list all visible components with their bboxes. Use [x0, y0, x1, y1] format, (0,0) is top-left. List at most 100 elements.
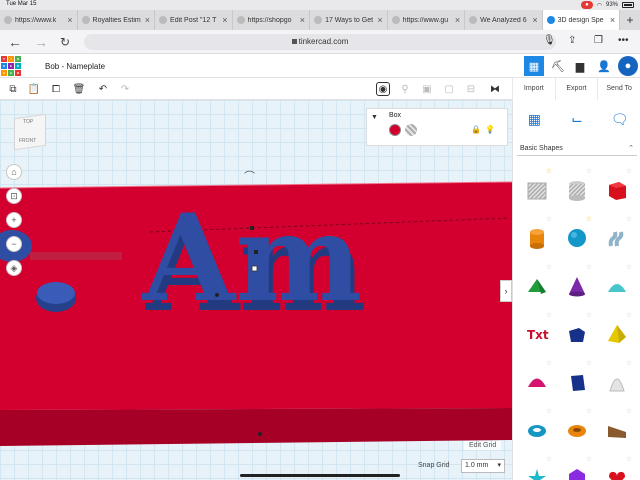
zoom-in-icon[interactable]: + — [6, 212, 22, 228]
close-tab-icon[interactable]: × — [300, 15, 305, 25]
browser-tab[interactable]: 17 Ways to Get × — [310, 10, 388, 30]
add-user-icon[interactable]: 👤 — [594, 56, 614, 76]
design-view-grid-icon[interactable]: ▦ — [524, 56, 544, 76]
favorite-star-icon[interactable]: ☆ — [626, 167, 632, 175]
browser-tab-active[interactable]: 3D design Spe × — [542, 10, 621, 30]
align-icon[interactable]: ⊟ — [464, 82, 478, 96]
favorite-star-icon[interactable]: ☆ — [546, 359, 552, 367]
favorite-star-icon[interactable]: ☆ — [546, 263, 552, 271]
nameplate-scene[interactable]: Am Am ⌒ — [0, 100, 512, 480]
rotate-handle[interactable] — [215, 293, 219, 297]
favorite-star-icon[interactable]: ☆ — [586, 263, 592, 271]
resize-handle[interactable] — [250, 226, 254, 230]
browser-tab[interactable]: Royalties Estim × — [78, 10, 156, 30]
copy-icon[interactable]: ⧉ — [6, 82, 20, 96]
import-button[interactable]: Import — [512, 78, 555, 100]
tinkercad-logo[interactable]: TIN KER CAD — [1, 56, 21, 76]
url-field[interactable]: tinkercad.com — [84, 34, 556, 50]
shape-icosahedron-item[interactable]: ☆ — [557, 454, 597, 480]
favorite-star-icon[interactable]: ☆ — [586, 215, 592, 223]
paste-icon[interactable]: 📋 — [27, 82, 41, 96]
collapse-panel-icon[interactable]: › — [500, 280, 512, 302]
more-icon[interactable]: ••• — [618, 35, 629, 46]
hole-button[interactable] — [405, 124, 417, 136]
reload-icon[interactable]: ↻ — [60, 35, 70, 49]
shape-shape-generator-item[interactable]: ☆ — [557, 310, 597, 358]
undo-icon[interactable]: ↶ — [96, 82, 110, 96]
shape-roof-item[interactable]: ☆ — [517, 262, 557, 310]
bricks-view-icon[interactable]: ▆ — [570, 56, 590, 76]
close-tab-icon[interactable]: × — [67, 15, 72, 25]
browser-tab[interactable]: https://www.k × — [0, 10, 78, 30]
favorite-star-icon[interactable]: ☆ — [626, 455, 632, 463]
favorite-star-icon[interactable]: ☆ — [546, 311, 552, 319]
export-button[interactable]: Export — [554, 78, 598, 100]
shape-torus-item[interactable]: ☆ — [517, 406, 557, 454]
shape-cylinder-hole-item[interactable]: ☆ — [557, 166, 597, 214]
visibility-bulb-icon[interactable]: 💡 — [485, 125, 495, 134]
favorite-star-icon[interactable]: ☆ — [626, 359, 632, 367]
favorite-star-icon[interactable]: ☆ — [586, 359, 592, 367]
browser-tab[interactable]: Edit Post "12 T × — [155, 10, 233, 30]
new-tab-button[interactable]: + — [620, 10, 640, 30]
shape-tube-item[interactable]: ☆ — [557, 406, 597, 454]
lock-icon[interactable]: 🔒 — [471, 125, 481, 134]
favorite-star-icon[interactable]: ☆ — [626, 407, 632, 415]
shape-scribble-item[interactable]: ☆ — [597, 214, 637, 262]
browser-tab[interactable]: We Analyzed 6 × — [465, 10, 543, 30]
delete-icon[interactable]: 🗑 — [72, 82, 86, 96]
favorite-star-icon[interactable]: ☆ — [626, 215, 632, 223]
favorite-star-icon[interactable]: ☆ — [546, 407, 552, 415]
favorite-star-icon[interactable]: ☆ — [586, 167, 592, 175]
shape-sphere-item[interactable]: ☆ — [557, 214, 597, 262]
notes-tool-icon[interactable]: 🗨 — [608, 107, 632, 131]
fit-view-icon[interactable]: ⊡ — [6, 188, 22, 204]
favorite-star-icon[interactable]: ☆ — [586, 455, 592, 463]
favorite-star-icon[interactable]: ☆ — [586, 311, 592, 319]
send-to-button[interactable]: Send To — [597, 78, 640, 100]
blocks-view-icon[interactable]: ⛏ — [548, 56, 568, 76]
shape-cylinder-item[interactable]: ☆ — [517, 214, 557, 262]
collapse-inspector-icon[interactable]: ▼ — [371, 114, 378, 121]
shape-star-item[interactable]: ☆ — [517, 454, 557, 480]
close-tab-icon[interactable]: × — [377, 15, 382, 25]
shape-library-select[interactable]: Basic Shapes ⌃ — [517, 142, 637, 156]
group-icon[interactable]: ▣ — [420, 82, 434, 96]
zoom-out-icon[interactable]: − — [6, 236, 22, 252]
close-tab-icon[interactable]: × — [455, 15, 460, 25]
ruler-tool-icon[interactable]: ⌙ — [565, 107, 589, 131]
workplane-canvas[interactable]: Am Am ⌒ TOP FRONT ⌂ ⊡ + − ◈ ▼ Box 🔒 💡 › … — [0, 100, 512, 480]
edit-grid-button[interactable]: Edit Grid — [464, 441, 502, 450]
favorite-star-icon[interactable]: ☆ — [626, 311, 632, 319]
shape-heart-item[interactable]: ☆ — [597, 454, 637, 480]
browser-tab[interactable]: https://www.gu × — [388, 10, 466, 30]
close-tab-icon[interactable]: × — [145, 15, 150, 25]
resize-handle[interactable] — [251, 265, 258, 272]
shape-polygon-item[interactable]: ☆ — [557, 358, 597, 406]
duplicate-icon[interactable]: ⧠ — [49, 82, 63, 96]
browser-tab[interactable]: https://shopgo × — [233, 10, 311, 30]
snap-grid-select[interactable]: 1.0 mm ▾ — [461, 459, 505, 473]
view-cube[interactable]: TOP FRONT — [14, 113, 46, 151]
perspective-icon[interactable]: ◈ — [6, 260, 22, 276]
resize-handle[interactable] — [254, 250, 258, 254]
view-notes-icon[interactable]: ◉ — [376, 82, 390, 96]
redo-icon[interactable]: ↷ — [118, 82, 132, 96]
shape-text-item[interactable]: Txt ☆ — [517, 310, 557, 358]
shape-paraboloid-item[interactable]: ☆ — [597, 358, 637, 406]
design-title[interactable]: Bob - Nameplate — [45, 62, 105, 71]
shape-wedge-item[interactable]: ☆ — [597, 406, 637, 454]
shape-box-item[interactable]: ☆ — [597, 166, 637, 214]
favorite-star-icon[interactable]: ☆ — [546, 455, 552, 463]
mirror-icon[interactable]: ⧓ — [488, 82, 502, 96]
solid-color-button[interactable] — [389, 124, 401, 136]
back-icon[interactable]: ← — [8, 34, 22, 50]
workplane-tool-icon[interactable]: ▦ — [522, 107, 546, 131]
profile-avatar[interactable]: ● — [618, 56, 638, 76]
tabs-overview-icon[interactable]: ❐ — [594, 35, 603, 46]
microphone-icon[interactable]: 🎙 — [543, 35, 556, 46]
shape-half-sphere-item[interactable]: ☆ — [517, 358, 557, 406]
rotate-arrow-icon[interactable]: ⌒ — [244, 170, 255, 183]
shape-pyramid-item[interactable]: ☆ — [597, 310, 637, 358]
home-view-icon[interactable]: ⌂ — [6, 164, 22, 180]
